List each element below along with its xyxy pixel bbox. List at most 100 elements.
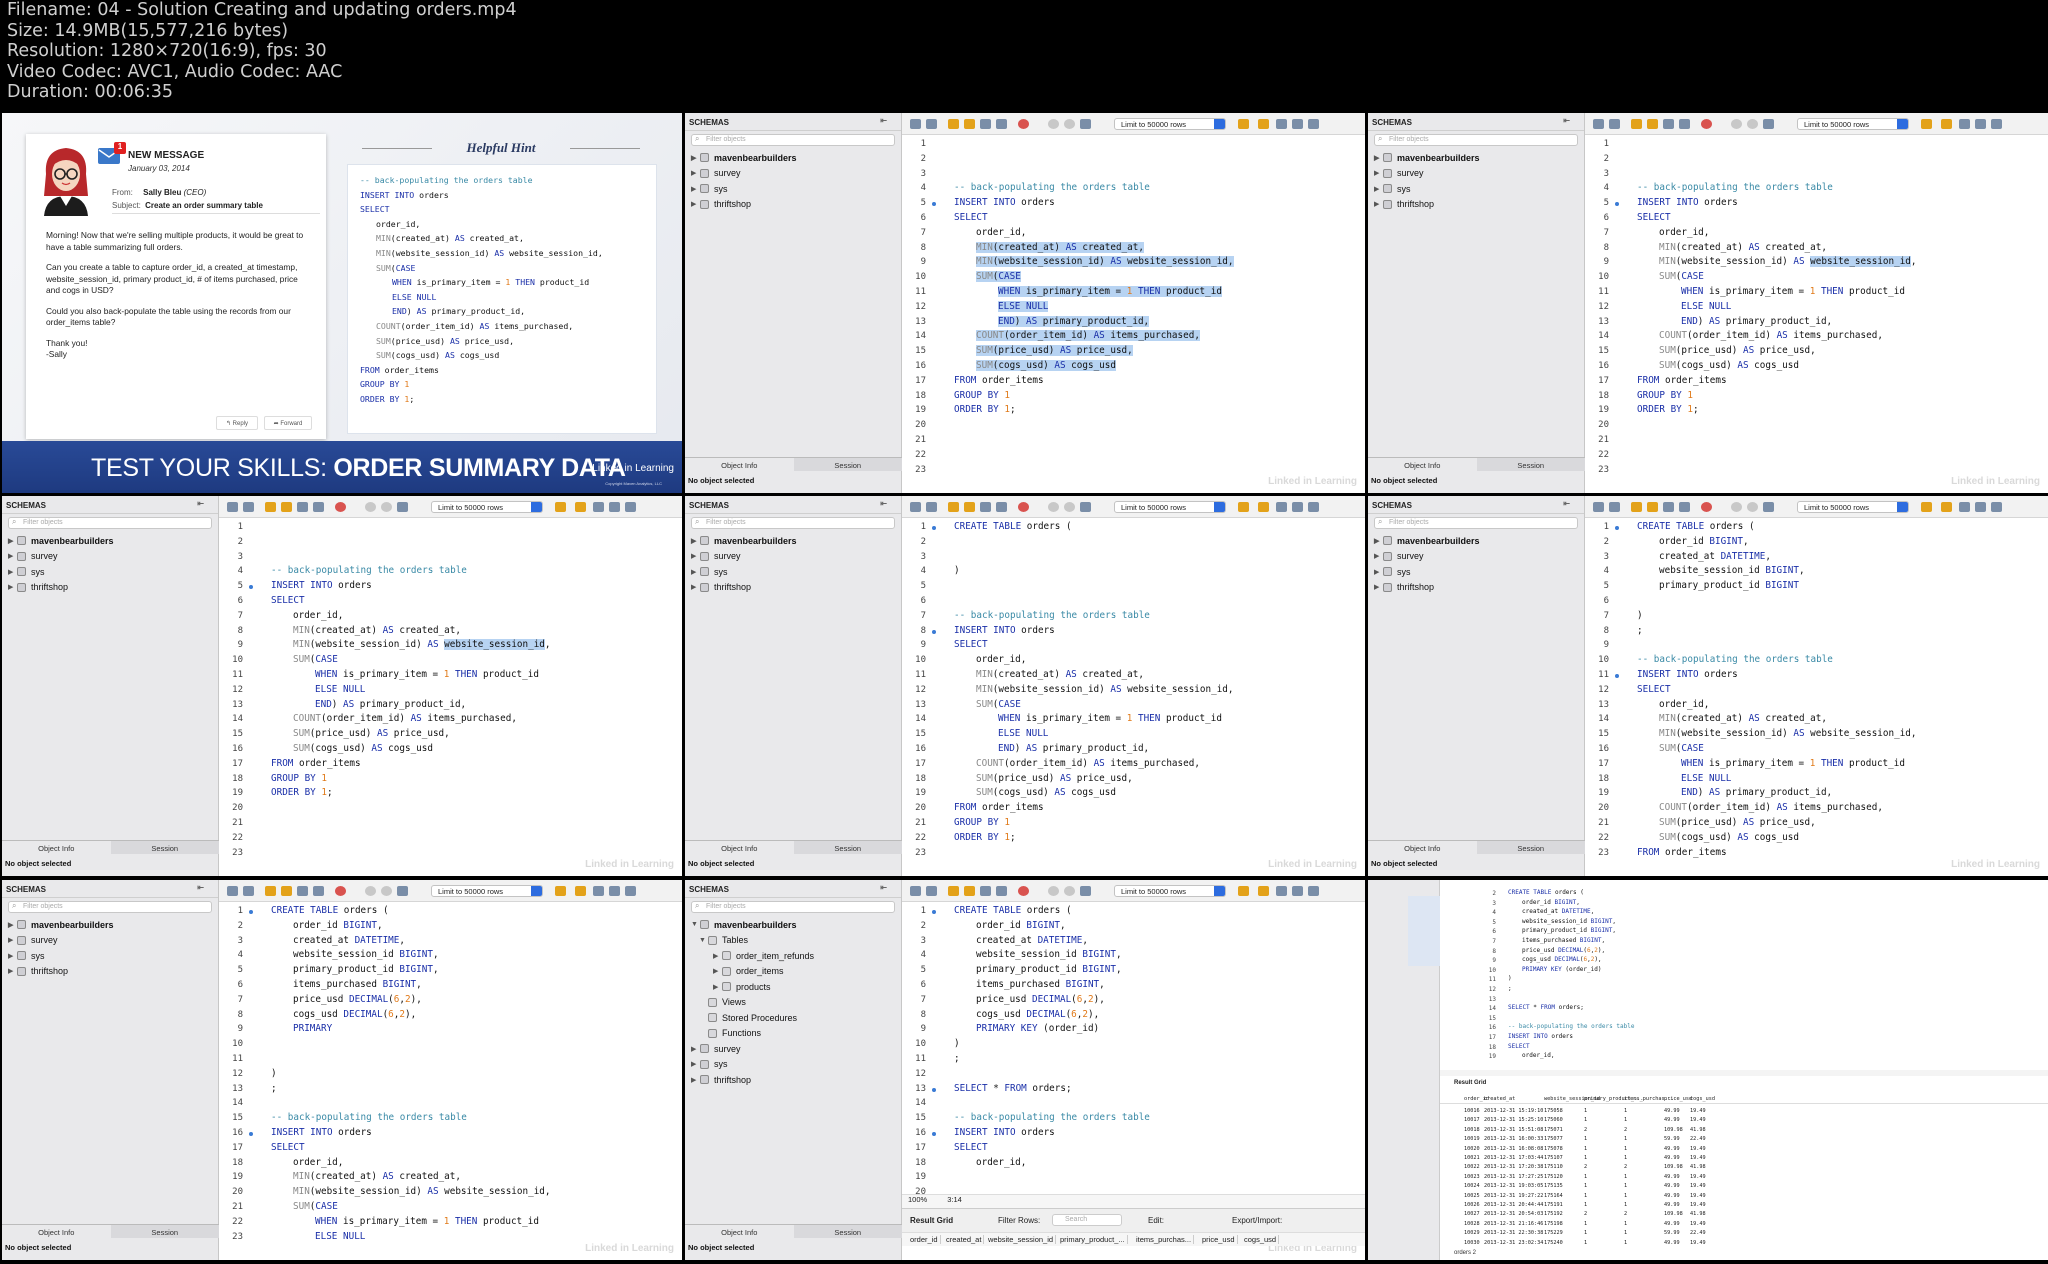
schema-subitem[interactable]: Stored Procedures bbox=[685, 1010, 901, 1026]
code-line[interactable]: SELECT * FROM orders; bbox=[954, 1083, 1072, 1094]
rollback-icon[interactable] bbox=[1064, 502, 1075, 512]
execute-icon[interactable] bbox=[948, 886, 959, 896]
code-line[interactable]: COUNT(order_item_id) AS items_purchased, bbox=[293, 713, 517, 724]
save-icon[interactable] bbox=[243, 502, 254, 512]
code-line[interactable]: WHEN is_primary_item = 1 THEN product_id bbox=[998, 286, 1222, 297]
bookmark-icon[interactable] bbox=[1921, 119, 1932, 129]
code-line[interactable]: END) AS primary_product_id, bbox=[998, 743, 1149, 754]
tab-session[interactable]: Session bbox=[111, 841, 220, 854]
code-line[interactable]: WHEN is_primary_item = 1 THEN product_id bbox=[998, 713, 1222, 724]
code-line[interactable]: SUM(cogs_usd) AS cogs_usd bbox=[1659, 360, 1799, 371]
schema-item[interactable]: ▶ survey bbox=[2, 933, 218, 949]
schema-item[interactable]: ▶ mavenbearbuilders bbox=[1368, 150, 1584, 166]
schema-item[interactable]: ▶ thriftshop bbox=[1368, 580, 1584, 596]
filter-objects-input[interactable]: Filter objects bbox=[691, 517, 895, 529]
table-row[interactable]: 10022 2013-12-31 17:20:38 175110 2 2 109.98 41… bbox=[1440, 1164, 2048, 1173]
chevron-right-icon[interactable]: ▶ bbox=[691, 537, 700, 545]
chevron-right-icon[interactable]: ▶ bbox=[8, 583, 17, 591]
chevron-right-icon[interactable]: ▶ bbox=[1374, 568, 1383, 576]
forward-button[interactable]: ➦ Forward bbox=[264, 416, 312, 430]
code-line[interactable]: created_at DATETIME, bbox=[1659, 551, 1771, 562]
chevron-right-icon[interactable]: ▶ bbox=[713, 952, 722, 960]
rollback-icon[interactable] bbox=[1064, 886, 1075, 896]
stop-icon[interactable] bbox=[1018, 119, 1029, 129]
pin-icon[interactable]: ⇤ bbox=[197, 883, 204, 892]
invisible-chars-icon[interactable] bbox=[1975, 119, 1986, 129]
commit-icon[interactable] bbox=[1731, 502, 1742, 512]
code-line[interactable]: ELSE NULL bbox=[998, 300, 1049, 312]
code-line[interactable]: -- back-populating the orders table bbox=[954, 1112, 1150, 1123]
find-icon[interactable] bbox=[996, 886, 1007, 896]
schema-item[interactable]: ▶ thriftshop bbox=[2, 964, 218, 980]
explain-icon[interactable] bbox=[297, 886, 308, 896]
execute-current-icon[interactable] bbox=[1647, 502, 1658, 512]
wrap-icon[interactable] bbox=[1308, 502, 1319, 512]
code-line[interactable]: price_usd DECIMAL(6,2), bbox=[1522, 947, 1605, 954]
autocommit-icon[interactable] bbox=[397, 502, 408, 512]
code-line[interactable]: -- back-populating the orders table bbox=[271, 1112, 467, 1123]
schema-item[interactable]: ▶ survey bbox=[685, 166, 901, 182]
chevron-right-icon[interactable]: ▶ bbox=[691, 200, 700, 208]
code-line[interactable]: SUM(cogs_usd) AS cogs_usd bbox=[1659, 832, 1799, 843]
commit-icon[interactable] bbox=[365, 502, 376, 512]
code-line[interactable]: items_purchased BIGINT, bbox=[1522, 937, 1605, 944]
code-line[interactable]: primary_product_id BIGINT, bbox=[293, 964, 439, 975]
limit-rows-select[interactable]: Limit to 50000 rows bbox=[1797, 118, 1909, 130]
code-line[interactable]: PRIMARY bbox=[293, 1023, 338, 1034]
code-line[interactable]: WHEN is_primary_item = 1 THEN product_id bbox=[1681, 286, 1905, 297]
code-line[interactable]: ) bbox=[954, 1038, 960, 1049]
column-header[interactable]: created_at bbox=[1484, 1096, 1515, 1102]
chevron-right-icon[interactable]: ▶ bbox=[1374, 583, 1383, 591]
code-line[interactable]: FROM order_items bbox=[271, 758, 361, 769]
code-line[interactable]: SELECT bbox=[954, 212, 988, 223]
bookmark-icon[interactable] bbox=[555, 886, 566, 896]
code-line[interactable]: SUM(cogs_usd) AS cogs_usd bbox=[976, 787, 1116, 798]
sql-editor-small[interactable]: 2 CREATE TABLE orders (3 order_id BIGINT, 4… bbox=[1440, 880, 2048, 1070]
search-icon[interactable] bbox=[1959, 119, 1970, 129]
code-line[interactable]: ELSE NULL bbox=[1681, 773, 1731, 784]
limit-rows-select[interactable]: Limit to 50000 rows bbox=[431, 501, 543, 513]
execute-icon[interactable] bbox=[265, 502, 276, 512]
schema-item[interactable]: ▶ sys bbox=[1368, 181, 1584, 197]
limit-rows-select[interactable]: Limit to 50000 rows bbox=[1797, 501, 1909, 513]
code-line[interactable]: FROM order_items bbox=[954, 375, 1044, 386]
stop-icon[interactable] bbox=[335, 502, 346, 512]
tab-session[interactable]: Session bbox=[794, 1225, 903, 1238]
chevron-right-icon[interactable]: ▶ bbox=[8, 936, 17, 944]
code-line[interactable]: SUM(CASE bbox=[976, 271, 1021, 283]
code-line[interactable]: -- back-populating the orders table bbox=[1637, 654, 1833, 665]
stop-icon[interactable] bbox=[335, 886, 346, 896]
column-header[interactable]: primary_product_... bbox=[1060, 1235, 1128, 1244]
code-line[interactable]: items_purchased BIGINT, bbox=[293, 979, 422, 990]
invisible-chars-icon[interactable] bbox=[1975, 502, 1986, 512]
code-line[interactable]: END) AS primary_product_id, bbox=[1681, 316, 1832, 327]
sql-editor[interactable]: 1 2 3 4 -- back-populating the orders table 5… bbox=[902, 135, 1365, 493]
code-line[interactable]: SELECT bbox=[954, 639, 988, 650]
code-line[interactable]: MIN(website_session_id) AS website_sessi… bbox=[1659, 256, 1917, 268]
code-line[interactable]: END) AS primary_product_id, bbox=[998, 315, 1150, 327]
chevron-right-icon[interactable]: ▶ bbox=[1374, 552, 1383, 560]
chevron-right-icon[interactable]: ▶ bbox=[1374, 537, 1383, 545]
code-line[interactable]: INSERT INTO orders bbox=[271, 1127, 372, 1138]
autocommit-icon[interactable] bbox=[1080, 886, 1091, 896]
execute-current-icon[interactable] bbox=[964, 502, 975, 512]
table-row[interactable]: 10029 2013-12-31 22:30:38 175229 1 1 59.99 22.… bbox=[1440, 1230, 2048, 1239]
code-line[interactable]: GROUP BY 1 bbox=[271, 773, 327, 784]
code-line[interactable]: ; bbox=[1637, 625, 1643, 636]
code-line[interactable]: FROM order_items bbox=[1637, 847, 1727, 858]
code-line[interactable]: GROUP BY 1 bbox=[954, 817, 1010, 828]
tab-session[interactable]: Session bbox=[1477, 458, 1586, 471]
code-line[interactable]: ELSE NULL bbox=[315, 1231, 365, 1242]
open-icon[interactable] bbox=[910, 119, 921, 129]
code-line[interactable]: SUM(CASE bbox=[1659, 743, 1704, 754]
chevron-right-icon[interactable]: ▶ bbox=[1374, 169, 1383, 177]
explain-icon[interactable] bbox=[297, 502, 308, 512]
code-line[interactable]: SUM(price_usd) AS price_usd, bbox=[1659, 345, 1816, 356]
code-line[interactable]: CREATE TABLE orders ( bbox=[1508, 889, 1584, 896]
code-line[interactable]: -- back-populating the orders table bbox=[1508, 1023, 1634, 1030]
wrap-icon[interactable] bbox=[1308, 119, 1319, 129]
beautify-icon[interactable] bbox=[1258, 119, 1269, 129]
table-row[interactable]: 10016 2013-12-31 15:19:10 175058 1 1 49.99 19.… bbox=[1440, 1108, 2048, 1117]
schema-item[interactable]: ▶ thriftshop bbox=[1368, 197, 1584, 213]
column-header[interactable]: price_usd bbox=[1664, 1096, 1692, 1102]
